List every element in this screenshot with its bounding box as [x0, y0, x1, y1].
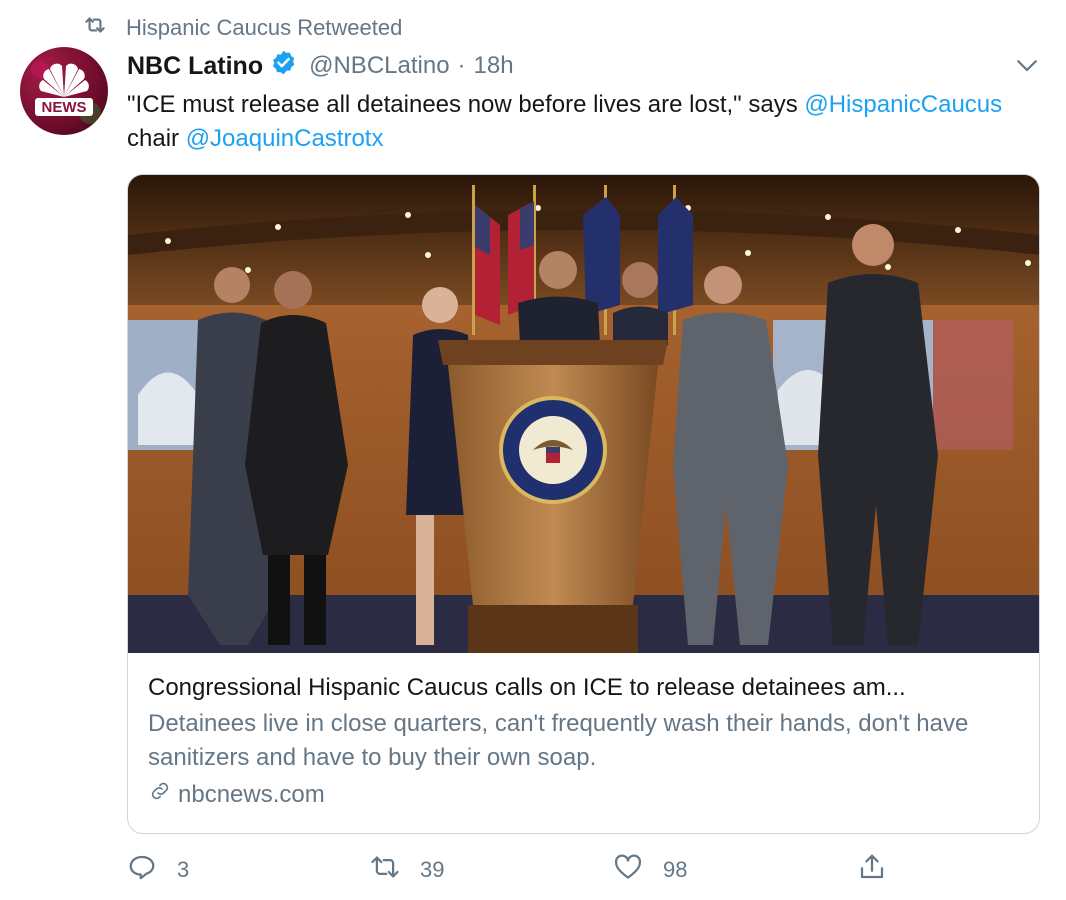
- link-card[interactable]: Congressional Hispanic Caucus calls on I…: [127, 174, 1040, 834]
- card-description: Detainees live in close quarters, can't …: [148, 710, 969, 771]
- tweet-text-middle: chair: [127, 125, 186, 152]
- retweet-icon: [82, 12, 126, 44]
- card-domain-text: nbcnews.com: [178, 780, 325, 808]
- reply-icon: [127, 852, 177, 888]
- retweet-context-label: Hispanic Caucus Retweeted: [126, 15, 403, 40]
- tweet-timestamp[interactable]: 18h: [474, 52, 514, 80]
- like-button[interactable]: 98: [613, 852, 687, 888]
- tweet-actions: 3 39 98: [127, 852, 1040, 892]
- card-title: Congressional Hispanic Caucus calls on I…: [148, 674, 906, 701]
- card-body: Congressional Hispanic Caucus calls on I…: [148, 671, 1028, 810]
- author-handle[interactable]: @NBCLatino: [309, 52, 449, 80]
- mention-link-hispaniccaucus[interactable]: @HispanicCaucus: [804, 91, 1002, 118]
- avatar[interactable]: NEWS: [20, 47, 108, 135]
- card-domain: nbcnews.com: [148, 779, 1028, 810]
- retweet-count: 39: [420, 857, 445, 882]
- mention-link-joaquincastrotx[interactable]: @JoaquinCastrotx: [186, 125, 384, 152]
- card-image: [128, 175, 1039, 653]
- retweet-icon: [370, 852, 420, 888]
- reply-button[interactable]: 3: [127, 852, 189, 888]
- reply-count: 3: [177, 857, 190, 882]
- tweet-text-start: "ICE must release all detainees now befo…: [127, 91, 805, 118]
- header-separator: ·: [457, 52, 466, 79]
- retweet-context[interactable]: Hispanic Caucus Retweeted: [82, 12, 402, 44]
- tweet-header: NBC Latino @NBCLatino · 18h: [127, 48, 514, 84]
- retweet-button[interactable]: 39: [370, 852, 444, 888]
- share-button[interactable]: [857, 852, 907, 888]
- share-icon: [857, 852, 907, 888]
- heart-icon: [613, 852, 663, 888]
- tweet-text: "ICE must release all detainees now befo…: [127, 88, 1027, 156]
- like-count: 98: [663, 857, 688, 882]
- link-icon: [148, 779, 178, 810]
- svg-text:NEWS: NEWS: [42, 99, 87, 116]
- display-name[interactable]: NBC Latino: [127, 52, 263, 81]
- verified-badge-icon: [263, 49, 297, 83]
- nbc-peacock-logo: NEWS: [31, 60, 101, 124]
- house-seal-icon: [499, 396, 607, 504]
